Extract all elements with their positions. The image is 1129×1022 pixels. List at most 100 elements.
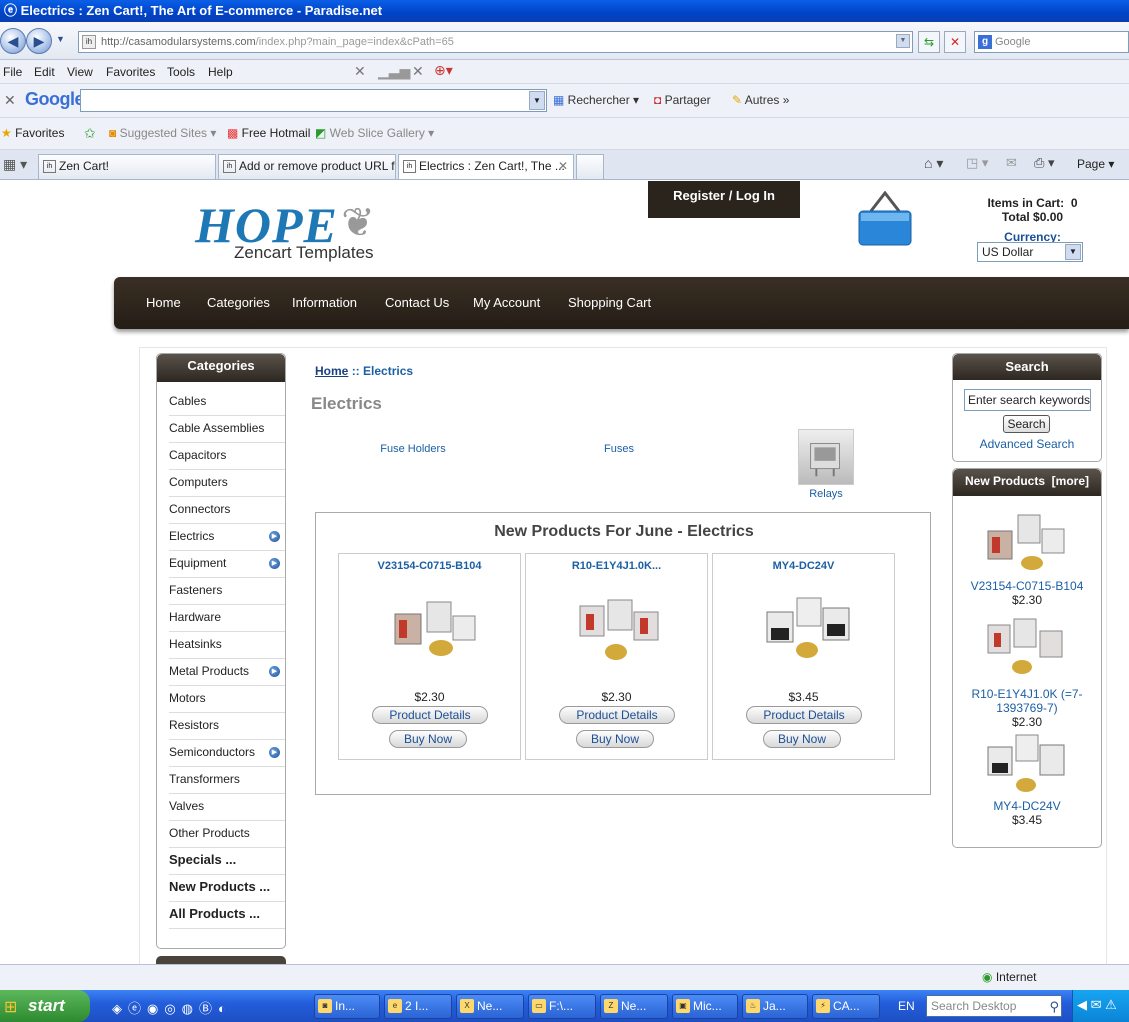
category-heatsinks[interactable]: Heatsinks [169, 632, 285, 659]
category-cables[interactable]: Cables [169, 389, 285, 416]
new-product-name-link[interactable]: R10-E1Y4J1.0K (=7-1393769-7) [958, 687, 1096, 715]
taskbar-item[interactable]: X Ne... [456, 994, 524, 1019]
menu-view[interactable]: View [67, 65, 93, 79]
google-search-button[interactable]: ▦ Rechercher ▾ [553, 93, 639, 107]
taskbar-item[interactable]: Z Ne... [600, 994, 668, 1019]
nav-categories[interactable]: Categories [207, 295, 270, 310]
subcategory-fuses[interactable]: Fuses [569, 443, 669, 455]
product-image[interactable] [576, 594, 666, 664]
quick-tabs-icon[interactable]: ▦ ▾ [3, 156, 27, 173]
mail-icon[interactable]: ✉ [1006, 155, 1017, 171]
category-computers[interactable]: Computers [169, 470, 285, 497]
product-image[interactable] [763, 594, 853, 664]
category-connectors[interactable]: Connectors [169, 497, 285, 524]
category-motors[interactable]: Motors [169, 686, 285, 713]
menu-help[interactable]: Help [208, 65, 233, 79]
feeds-icon[interactable]: ◳ ▾ [966, 155, 988, 171]
back-button[interactable]: ◀ [0, 28, 26, 54]
menu-edit[interactable]: Edit [34, 65, 55, 79]
print-icon[interactable]: ⎙ ▾ [1034, 155, 1055, 171]
browser-search-box[interactable]: g Google [974, 31, 1129, 53]
category-electrics[interactable]: Electrics ▶ [169, 524, 285, 551]
all-products-link[interactable]: All Products ... [169, 902, 285, 929]
category-hardware[interactable]: Hardware [169, 605, 285, 632]
new-product-name-link[interactable]: MY4-DC24V [958, 799, 1096, 813]
close-tab-icon[interactable]: ✕ [558, 155, 568, 177]
taskbar-item[interactable]: ♨ Ja... [742, 994, 808, 1019]
product-name-link[interactable]: MY4-DC24V [713, 560, 894, 572]
currency-select[interactable]: US Dollar ▼ [977, 242, 1083, 262]
share-button[interactable]: ◘ Partager [654, 93, 711, 107]
product-details-button[interactable]: Product Details [746, 706, 862, 724]
menu-favorites[interactable]: Favorites [106, 65, 155, 79]
tab-electrics[interactable]: ih Electrics : Zen Cart!, The ... ✕ [398, 154, 574, 179]
category-transformers[interactable]: Transformers [169, 767, 285, 794]
subcategory-relays[interactable]: Relays [776, 488, 876, 500]
nav-information[interactable]: Information [292, 295, 357, 310]
taskbar-item[interactable]: ▣ Mic... [672, 994, 738, 1019]
address-dropdown-icon[interactable]: ▼ [896, 34, 910, 48]
shopping-basket-icon[interactable] [857, 191, 913, 247]
category-metal-products[interactable]: Metal Products ▶ [169, 659, 285, 686]
tray-icons[interactable]: ◀ ✉ ⚠ [1077, 997, 1117, 1013]
product-details-button[interactable]: Product Details [559, 706, 675, 724]
taskbar-item[interactable]: ◙ In... [314, 994, 380, 1019]
category-fasteners[interactable]: Fasteners [169, 578, 285, 605]
favorite-suggested-sites[interactable]: ◙ Suggested Sites ▾ [109, 126, 216, 140]
google-toolbar-search-input[interactable]: ▼ [80, 89, 547, 112]
subcategory-fuse-holders[interactable]: Fuse Holders [363, 443, 463, 455]
product-name-link[interactable]: V23154-C0715-B104 [339, 560, 520, 572]
breadcrumb-home[interactable]: Home [315, 364, 348, 378]
new-product-image[interactable] [984, 615, 1070, 677]
category-capacitors[interactable]: Capacitors [169, 443, 285, 470]
nav-contact-us[interactable]: Contact Us [385, 295, 449, 310]
product-image[interactable] [389, 594, 479, 664]
category-resistors[interactable]: Resistors [169, 713, 285, 740]
nav-my-account[interactable]: My Account [473, 295, 540, 310]
close-icon[interactable]: ✕ [354, 63, 366, 80]
translate-icon[interactable]: ⊕▾ [434, 62, 453, 79]
history-dropdown-icon[interactable]: ▼ [56, 34, 65, 44]
new-product-image[interactable] [984, 511, 1070, 573]
refresh-icon[interactable]: ⇆ [918, 31, 940, 53]
buy-now-button[interactable]: Buy Now [576, 730, 654, 748]
home-icon[interactable]: ⌂ ▾ [924, 155, 943, 172]
favorite-web-slice-gallery[interactable]: ◩ Web Slice Gallery ▾ [315, 126, 434, 140]
relays-thumbnail[interactable] [798, 429, 854, 485]
new-product-name-link[interactable]: V23154-C0715-B104 [958, 579, 1096, 593]
taskbar-item[interactable]: e2 I... [384, 994, 452, 1019]
quick-launch-icons[interactable]: ◈ⓔ◉◎◍Ⓑ◐ [112, 998, 232, 1017]
new-tab-button[interactable] [576, 154, 604, 179]
menu-file[interactable]: File [3, 65, 22, 79]
address-bar[interactable]: ih http://casamodularsystems.com/index.p… [78, 31, 913, 53]
add-favorite-icon[interactable]: ✩ [84, 125, 96, 142]
stop-icon[interactable]: ✕ [944, 31, 966, 53]
others-button[interactable]: ✎ Autres » [732, 93, 789, 107]
favorite-free-hotmail[interactable]: ▩ Free Hotmail [227, 126, 310, 140]
advanced-search-link[interactable]: Advanced Search [952, 437, 1102, 451]
search-keywords-input[interactable]: Enter search keywords [964, 389, 1091, 411]
menu-tools[interactable]: Tools [167, 65, 195, 79]
favorites-button[interactable]: ★ Favorites [1, 126, 64, 140]
language-indicator[interactable]: EN [898, 999, 915, 1013]
buy-now-button[interactable]: Buy Now [763, 730, 841, 748]
forward-button[interactable]: ▶ [26, 28, 52, 54]
nav-home[interactable]: Home [146, 295, 181, 310]
product-name-link[interactable]: R10-E1Y4J1.0K... [526, 560, 707, 572]
page-menu[interactable]: Page ▾ [1077, 157, 1114, 171]
product-details-button[interactable]: Product Details [372, 706, 488, 724]
category-valves[interactable]: Valves [169, 794, 285, 821]
new-product-image[interactable] [984, 733, 1070, 795]
taskbar-item[interactable]: ⚡ CA... [812, 994, 880, 1019]
chevron-down-icon[interactable]: ▼ [529, 91, 545, 110]
category-semiconductors[interactable]: Semiconductors ▶ [169, 740, 285, 767]
new-products-more-link[interactable]: [more] [1052, 474, 1089, 488]
category-cable-assemblies[interactable]: Cable Assemblies [169, 416, 285, 443]
close-icon[interactable]: ✕ [412, 63, 424, 80]
taskbar-item[interactable]: ▭ F:\... [528, 994, 596, 1019]
specials-link[interactable]: Specials ... [169, 848, 285, 875]
close-toolbar-icon[interactable]: ✕ [4, 92, 16, 109]
tab-zen-cart[interactable]: ih Zen Cart! [38, 154, 216, 179]
register-login-link[interactable]: Register / Log In [648, 181, 800, 218]
desktop-search-input[interactable]: Search Desktop ⚲ [926, 995, 1062, 1017]
